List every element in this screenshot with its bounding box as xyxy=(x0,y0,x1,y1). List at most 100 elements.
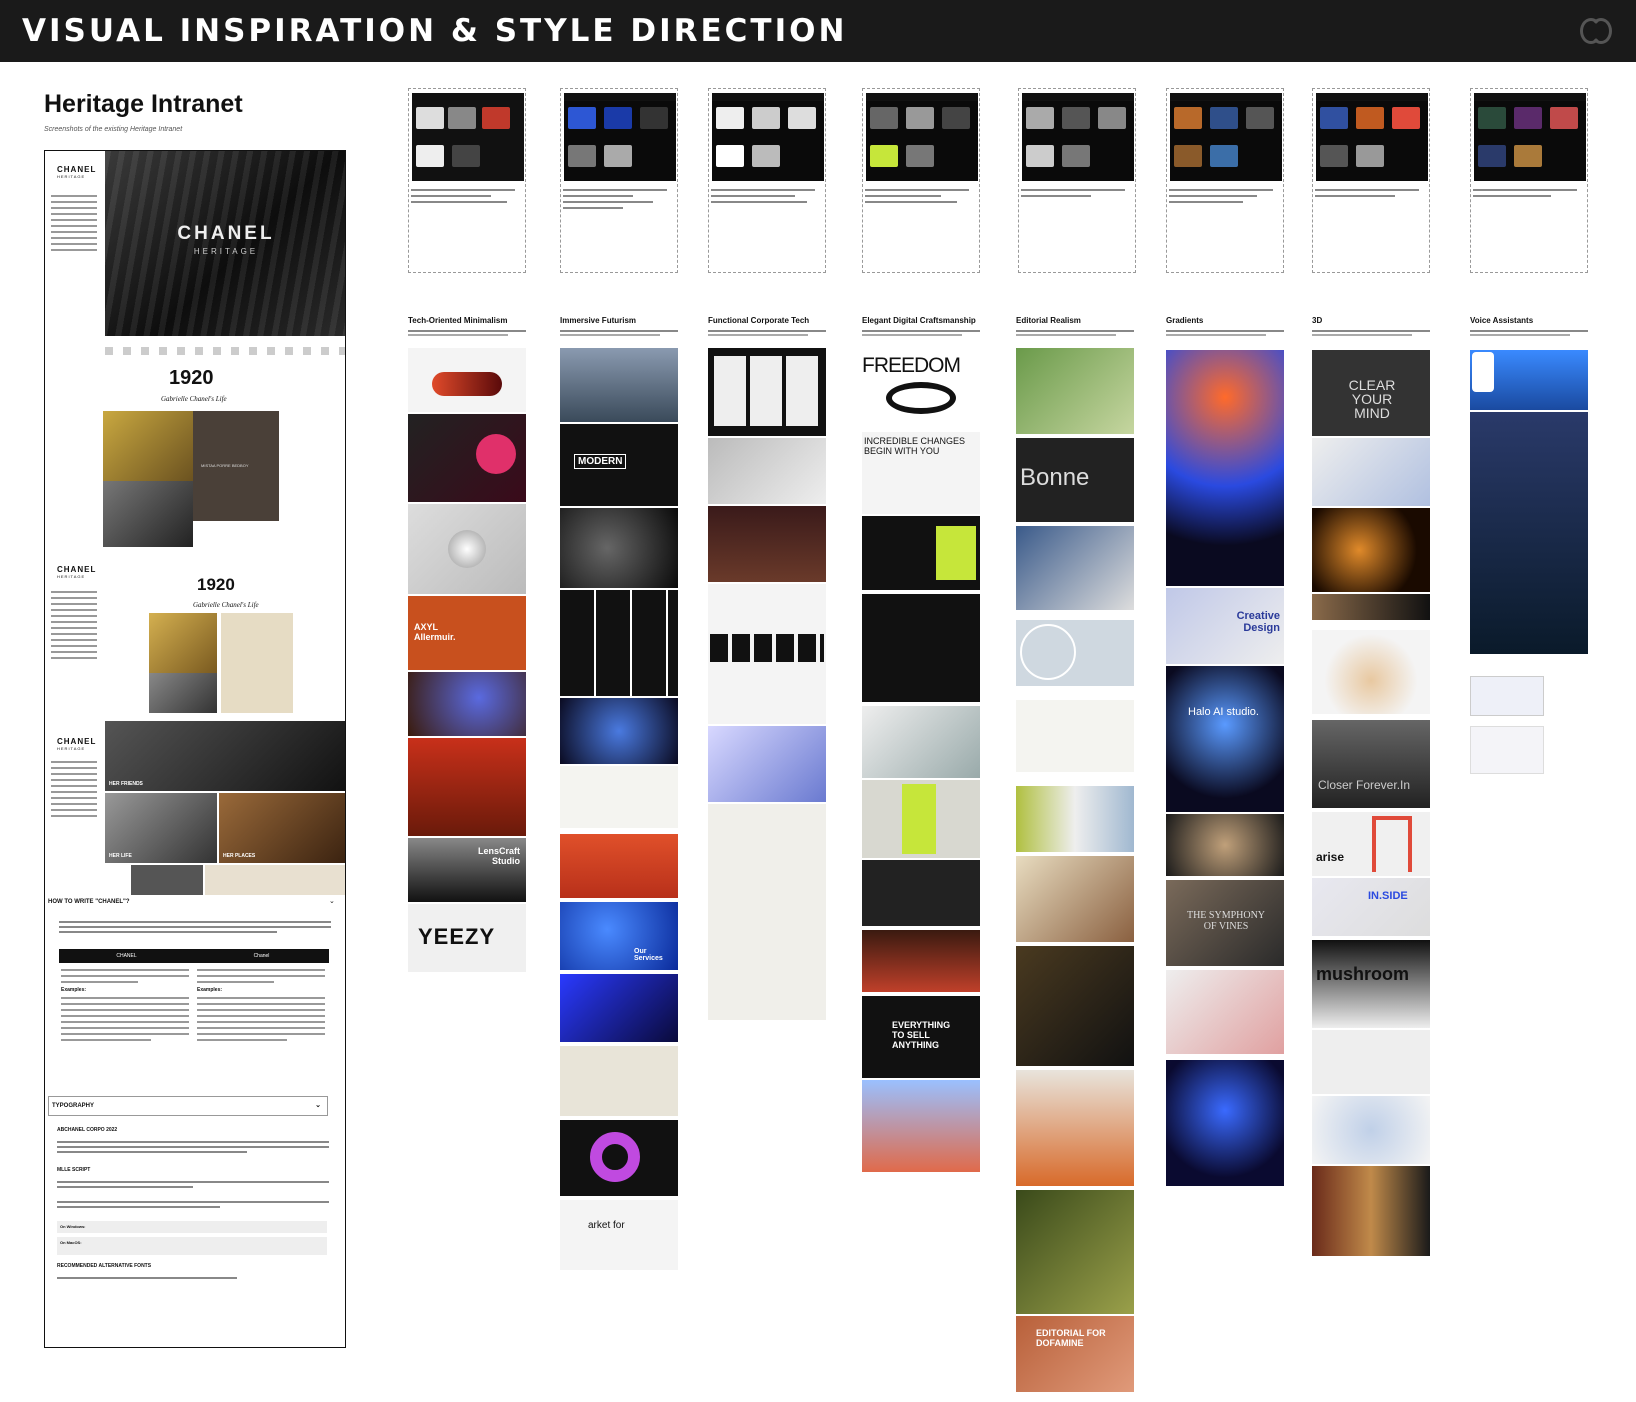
tile-futurism-7[interactable] xyxy=(560,834,678,898)
tile-voice-4[interactable] xyxy=(1470,726,1544,774)
tile-freedom[interactable]: FREEDOM xyxy=(862,348,980,430)
chevron-down-icon[interactable]: ⌄ xyxy=(329,897,335,905)
tile-editorial-1[interactable] xyxy=(1016,348,1134,434)
tile-futurism-3[interactable] xyxy=(560,508,678,588)
tile-mushroom[interactable]: mushroom xyxy=(1312,940,1430,1028)
category-gradients: Gradients xyxy=(1166,316,1204,325)
tile-editorial-9[interactable] xyxy=(1016,1070,1134,1186)
tile-arise[interactable]: arise xyxy=(1312,812,1430,876)
tile-minimal-2[interactable] xyxy=(408,414,526,502)
tile-3d-5[interactable] xyxy=(1312,630,1430,714)
tile-gradients-6[interactable] xyxy=(1166,970,1284,1054)
category-editorial-realism: Editorial Realism xyxy=(1016,316,1081,325)
page-root: VISUAL INSPIRATION & STYLE DIRECTION Her… xyxy=(0,0,1636,1402)
tile-3d-4[interactable] xyxy=(1312,594,1430,620)
tile-craft-5[interactable] xyxy=(862,706,980,778)
tile-futurism-5[interactable] xyxy=(560,698,678,764)
tile-craft-4[interactable] xyxy=(862,594,980,702)
typography-accordion-header[interactable]: TYPOGRAPHY ⌄ xyxy=(48,1096,328,1116)
reflection-card-7[interactable] xyxy=(1312,88,1430,273)
tile-gradients-1[interactable] xyxy=(1166,350,1284,586)
tile-halo[interactable]: Halo AI studio. xyxy=(1166,666,1284,812)
tile-minimal-5[interactable] xyxy=(408,672,526,736)
tile-voice-3[interactable] xyxy=(1470,676,1544,716)
tile-bonne[interactable]: Bonne xyxy=(1016,438,1134,522)
howto-accordion-header[interactable]: HOW TO WRITE "CHANEL"? xyxy=(48,899,130,905)
tile-corporate-2[interactable] xyxy=(708,438,826,504)
tile-gradients-4[interactable] xyxy=(1166,814,1284,876)
uppercase-rule: Examples: xyxy=(61,969,189,1045)
tile-futurism-10[interactable] xyxy=(560,1046,678,1116)
tile-futurism-1[interactable] xyxy=(560,348,678,422)
tile-craft-7[interactable] xyxy=(862,860,980,926)
tile-craft-8[interactable] xyxy=(862,930,980,992)
life-subtitle: Gabrielle Chanel's Life xyxy=(161,395,227,403)
tile-incredible[interactable]: INCREDIBLE CHANGES BEGIN WITH YOU xyxy=(862,432,980,514)
tile-inside[interactable]: IN.SIDE xyxy=(1312,878,1430,936)
tile-clear-mind[interactable]: CLEAR YOUR MIND xyxy=(1312,350,1430,436)
tile-craft-10[interactable] xyxy=(862,1080,980,1172)
reflection-card-5[interactable] xyxy=(1018,88,1136,273)
tile-corporate-3[interactable] xyxy=(708,506,826,582)
tile-editorial-3[interactable] xyxy=(1016,526,1134,610)
tile-axyl[interactable]: AXYL Allermuir. xyxy=(408,596,526,670)
tile-3d-3[interactable] xyxy=(1312,508,1430,592)
tile-corporate-6[interactable] xyxy=(708,804,826,1020)
tile-creative[interactable]: Creative Design xyxy=(1166,588,1284,664)
tile-craft-3[interactable] xyxy=(862,516,980,590)
tile-editorial-10[interactable] xyxy=(1016,1190,1134,1314)
tile-editorial-5[interactable] xyxy=(1016,700,1134,772)
reflection-card-3[interactable] xyxy=(708,88,826,273)
tile-3d-10[interactable] xyxy=(1312,1030,1430,1094)
tile-symphony[interactable]: THE SYMPHONY OF VINES xyxy=(1166,880,1284,966)
reflection-card-4[interactable] xyxy=(862,88,980,273)
tile-3d-2[interactable] xyxy=(1312,438,1430,506)
tile-voice-1[interactable] xyxy=(1470,350,1588,410)
reflection-card-8[interactable] xyxy=(1470,88,1588,273)
tile-corporate-5[interactable] xyxy=(708,726,826,802)
sidebar-menu-2[interactable] xyxy=(51,591,97,663)
brand-logo-2: CHANEL HERITAGE xyxy=(57,565,97,579)
tile-everything[interactable]: EVERYTHING TO SELL ANYTHING xyxy=(862,996,980,1078)
brand-logo-3: CHANEL HERITAGE xyxy=(57,737,97,751)
tile-editorial-4[interactable] xyxy=(1016,620,1134,686)
tile-editorial-8[interactable] xyxy=(1016,946,1134,1066)
tile-our-services[interactable]: Our Services xyxy=(560,902,678,970)
hero-sub: HERITAGE xyxy=(193,247,259,256)
photo-life[interactable]: HER LIFE xyxy=(105,793,217,863)
tile-minimal-1[interactable] xyxy=(408,348,526,412)
sidebar-menu-3[interactable] xyxy=(51,761,97,821)
reflection-card-6[interactable] xyxy=(1166,88,1284,273)
photo-places[interactable]: HER PLACES xyxy=(219,793,345,863)
tile-voice-2[interactable] xyxy=(1470,412,1588,654)
tile-3d-11[interactable] xyxy=(1312,1096,1430,1164)
photo-gold xyxy=(103,411,193,481)
tile-market[interactable]: arket for xyxy=(560,1200,678,1270)
tile-editorial-7[interactable] xyxy=(1016,856,1134,942)
tile-futurism-4[interactable] xyxy=(560,590,678,696)
tile-craft-6[interactable] xyxy=(862,780,980,858)
tile-corporate-1[interactable] xyxy=(708,348,826,436)
tile-futurism-6[interactable] xyxy=(560,766,678,828)
macos-note: On MacOS: xyxy=(57,1237,327,1255)
reflection-card-1[interactable] xyxy=(408,88,526,273)
tile-3d-12[interactable] xyxy=(1312,1166,1430,1256)
tile-modern[interactable]: MODERN xyxy=(560,424,678,506)
tile-lenscraft[interactable]: LensCraft Studio xyxy=(408,838,526,902)
category-elegant-craftsmanship: Elegant Digital Craftsmanship xyxy=(862,316,976,325)
tile-corporate-4[interactable] xyxy=(708,584,826,724)
timeline-nav[interactable] xyxy=(105,347,345,355)
tile-dofamine[interactable]: EDITORIAL FOR DOFAMINE xyxy=(1016,1316,1134,1392)
photo-friends[interactable]: HER FRIENDS xyxy=(105,721,345,791)
tile-futurism-11[interactable] xyxy=(560,1120,678,1196)
tile-closer[interactable]: Closer Forever.In xyxy=(1312,720,1430,808)
tile-editorial-6[interactable] xyxy=(1016,786,1134,852)
tile-gradients-7[interactable] xyxy=(1166,1060,1284,1186)
tile-yeezy[interactable]: YEEZY xyxy=(408,904,526,972)
sidebar-menu[interactable] xyxy=(51,195,97,255)
capitalized-rule: Examples: xyxy=(197,969,325,1045)
tile-minimal-6[interactable] xyxy=(408,738,526,836)
tile-futurism-9[interactable] xyxy=(560,974,678,1042)
tile-minimal-3[interactable] xyxy=(408,504,526,594)
reflection-card-2[interactable] xyxy=(560,88,678,273)
